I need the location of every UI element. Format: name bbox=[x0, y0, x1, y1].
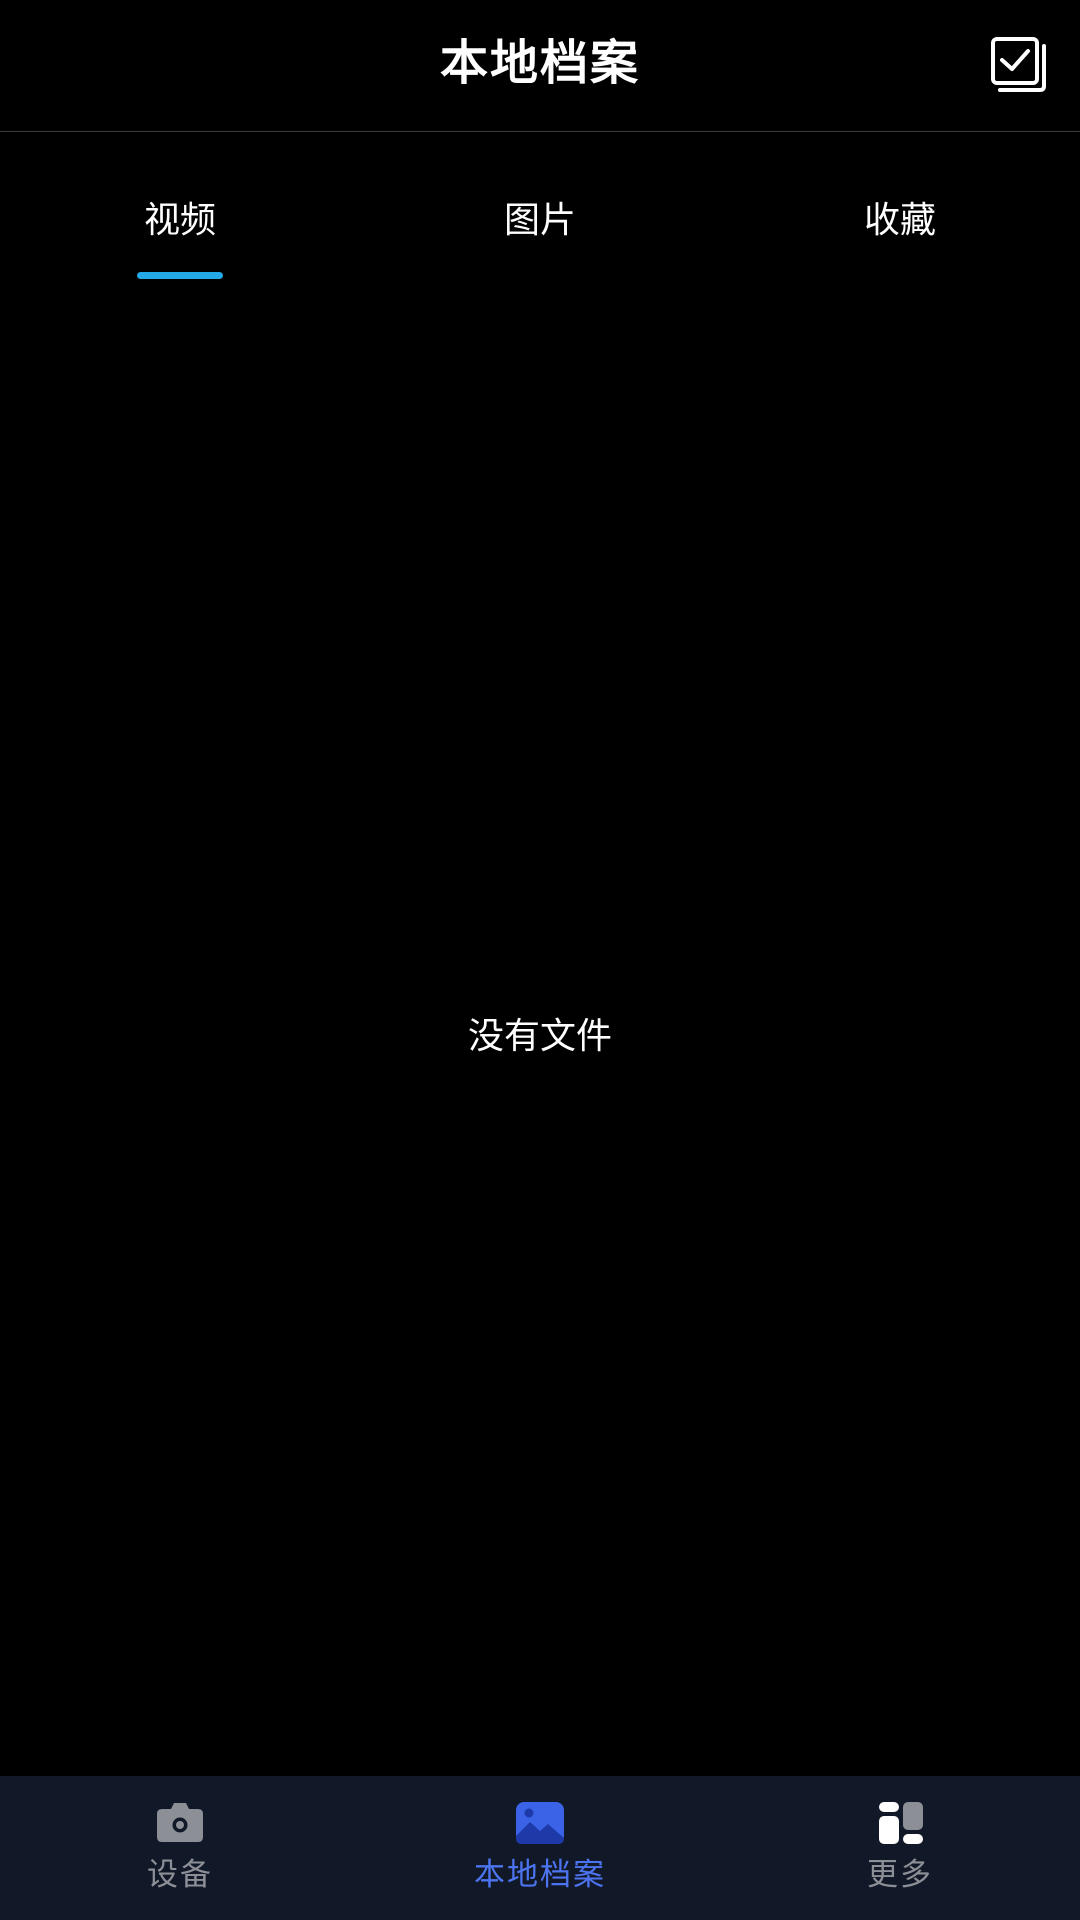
tab-video[interactable]: 视频 bbox=[0, 132, 360, 282]
page-title: 本地档案 bbox=[439, 35, 640, 91]
camera-icon bbox=[155, 1800, 205, 1846]
nav-label: 本地档案 bbox=[474, 1857, 606, 1893]
empty-state-message: 没有文件 bbox=[467, 1016, 612, 1057]
tab-active-indicator bbox=[137, 272, 223, 279]
bottom-navigation: 设备 本地档案 更多 bbox=[0, 1776, 1080, 1920]
app-header: 本地档案 bbox=[0, 0, 1080, 132]
checklist-icon bbox=[991, 37, 1046, 92]
nav-label: 设备 bbox=[147, 1857, 213, 1893]
nav-item-more[interactable]: 更多 bbox=[720, 1776, 1080, 1920]
grid-icon bbox=[875, 1800, 925, 1846]
tab-favorites[interactable]: 收藏 bbox=[720, 132, 1080, 282]
nav-item-devices[interactable]: 设备 bbox=[0, 1776, 360, 1920]
tab-label: 视频 bbox=[143, 200, 216, 241]
image-icon bbox=[515, 1800, 565, 1846]
select-files-button[interactable] bbox=[990, 36, 1050, 92]
tab-label: 图片 bbox=[503, 200, 576, 241]
tab-pictures[interactable]: 图片 bbox=[360, 132, 720, 282]
media-tabs: 视频 图片 收藏 bbox=[0, 132, 1080, 282]
nav-label: 更多 bbox=[867, 1857, 933, 1893]
tab-label: 收藏 bbox=[863, 200, 936, 241]
nav-item-local-files[interactable]: 本地档案 bbox=[360, 1776, 720, 1920]
